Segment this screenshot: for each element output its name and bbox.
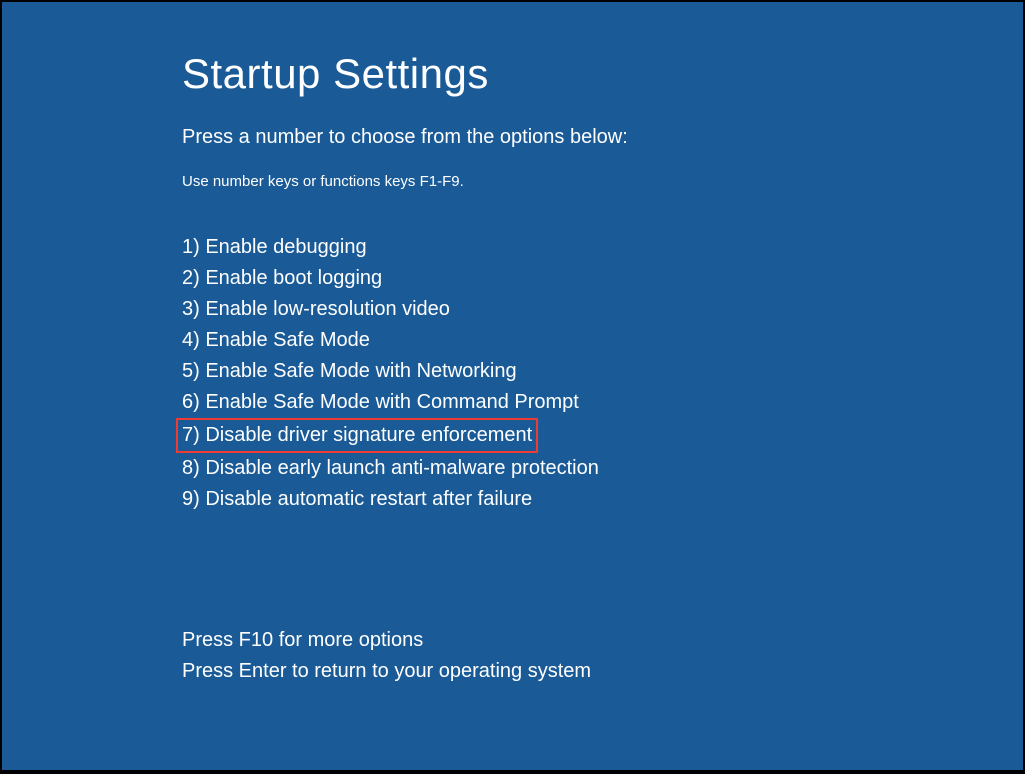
options-list: 1) Enable debugging 2) Enable boot loggi… (182, 232, 1023, 515)
window-frame: Startup Settings Press a number to choos… (2, 2, 1023, 770)
startup-settings-screen: Startup Settings Press a number to choos… (2, 2, 1023, 770)
option-3-low-res-video[interactable]: 3) Enable low-resolution video (182, 294, 450, 325)
option-7-disable-driver-sig[interactable]: 7) Disable driver signature enforcement (176, 418, 538, 453)
option-1-debugging[interactable]: 1) Enable debugging (182, 232, 367, 263)
option-8-disable-anti-malware[interactable]: 8) Disable early launch anti-malware pro… (182, 453, 599, 484)
footer-return-os: Press Enter to return to your operating … (182, 656, 1023, 687)
option-6-safe-mode-cmd[interactable]: 6) Enable Safe Mode with Command Prompt (182, 387, 579, 418)
footer-instructions: Press F10 for more options Press Enter t… (182, 625, 1023, 687)
option-4-safe-mode[interactable]: 4) Enable Safe Mode (182, 325, 370, 356)
page-title: Startup Settings (182, 50, 1023, 98)
option-2-boot-logging[interactable]: 2) Enable boot logging (182, 263, 382, 294)
instruction-text: Press a number to choose from the option… (182, 126, 1023, 149)
option-5-safe-mode-networking[interactable]: 5) Enable Safe Mode with Networking (182, 356, 517, 387)
footer-more-options: Press F10 for more options (182, 625, 1023, 656)
option-9-disable-auto-restart[interactable]: 9) Disable automatic restart after failu… (182, 484, 532, 515)
subinstruction-text: Use number keys or functions keys F1-F9. (182, 173, 1023, 190)
